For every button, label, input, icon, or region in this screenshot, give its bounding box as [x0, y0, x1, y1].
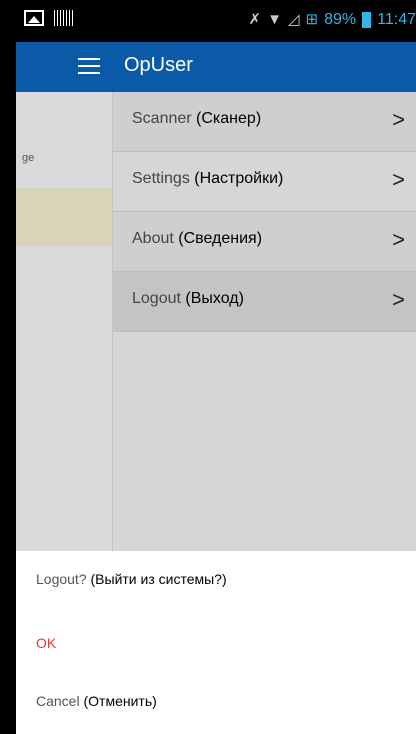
battery-icon: [362, 12, 372, 28]
barcode-icon: [54, 10, 74, 26]
drawer-item-label: About: [132, 230, 174, 247]
status-bar: ✗ ▼ ◿ ⊞ 89% 11:47: [16, 0, 416, 42]
clock: 11:47: [377, 11, 416, 28]
battery-percent: 89%: [324, 11, 357, 28]
mute-icon: ✗: [248, 11, 262, 28]
cancel-button[interactable]: Cancel (Отменить): [36, 693, 157, 709]
chevron-right-icon: >: [392, 167, 405, 192]
dialog-title: Logout? (Выйти из системы?): [36, 571, 227, 587]
dialog-title-translation: (Выйти из системы?): [90, 571, 227, 587]
chevron-right-icon: >: [392, 227, 405, 252]
ok-button[interactable]: OK: [36, 635, 56, 651]
cancel-translation: (Отменить): [83, 693, 157, 709]
menu-icon[interactable]: [78, 57, 100, 75]
drawer-item-translation: (Выход): [185, 290, 244, 307]
background-row: ge: [16, 92, 112, 189]
device-screen: ✗ ▼ ◿ ⊞ 89% 11:47 OpUser ge Scanner (Ска…: [16, 0, 416, 734]
drawer-item-scanner[interactable]: Scanner (Сканер) >: [113, 92, 416, 152]
chevron-right-icon: >: [392, 287, 405, 312]
chevron-right-icon: >: [392, 107, 405, 132]
drawer-item-translation: (Сведения): [178, 230, 263, 247]
wifi-icon: ▼: [267, 11, 282, 28]
drawer-item-label: Logout: [132, 290, 181, 307]
left-frame: [0, 0, 16, 734]
app-title: OpUser: [124, 54, 193, 76]
drawer-item-label: Settings: [132, 170, 190, 187]
drawer-item-about[interactable]: About (Сведения) >: [113, 212, 416, 272]
gallery-icon: [24, 10, 44, 26]
logout-dialog: Logout? (Выйти из системы?) OK Cancel (О…: [16, 551, 416, 734]
drawer-item-label: Scanner: [132, 110, 192, 127]
background-highlight-row: [16, 188, 112, 246]
signal-icon: ◿: [287, 11, 300, 28]
drawer-item-settings[interactable]: Settings (Настройки) >: [113, 152, 416, 212]
background-text: ge: [22, 152, 35, 164]
network-icon: ⊞: [305, 11, 319, 28]
drawer-item-logout[interactable]: Logout (Выход) >: [113, 272, 416, 332]
drawer-item-translation: (Настройки): [194, 170, 284, 187]
drawer-item-translation: (Сканер): [196, 110, 262, 127]
app-bar: OpUser: [16, 42, 416, 92]
